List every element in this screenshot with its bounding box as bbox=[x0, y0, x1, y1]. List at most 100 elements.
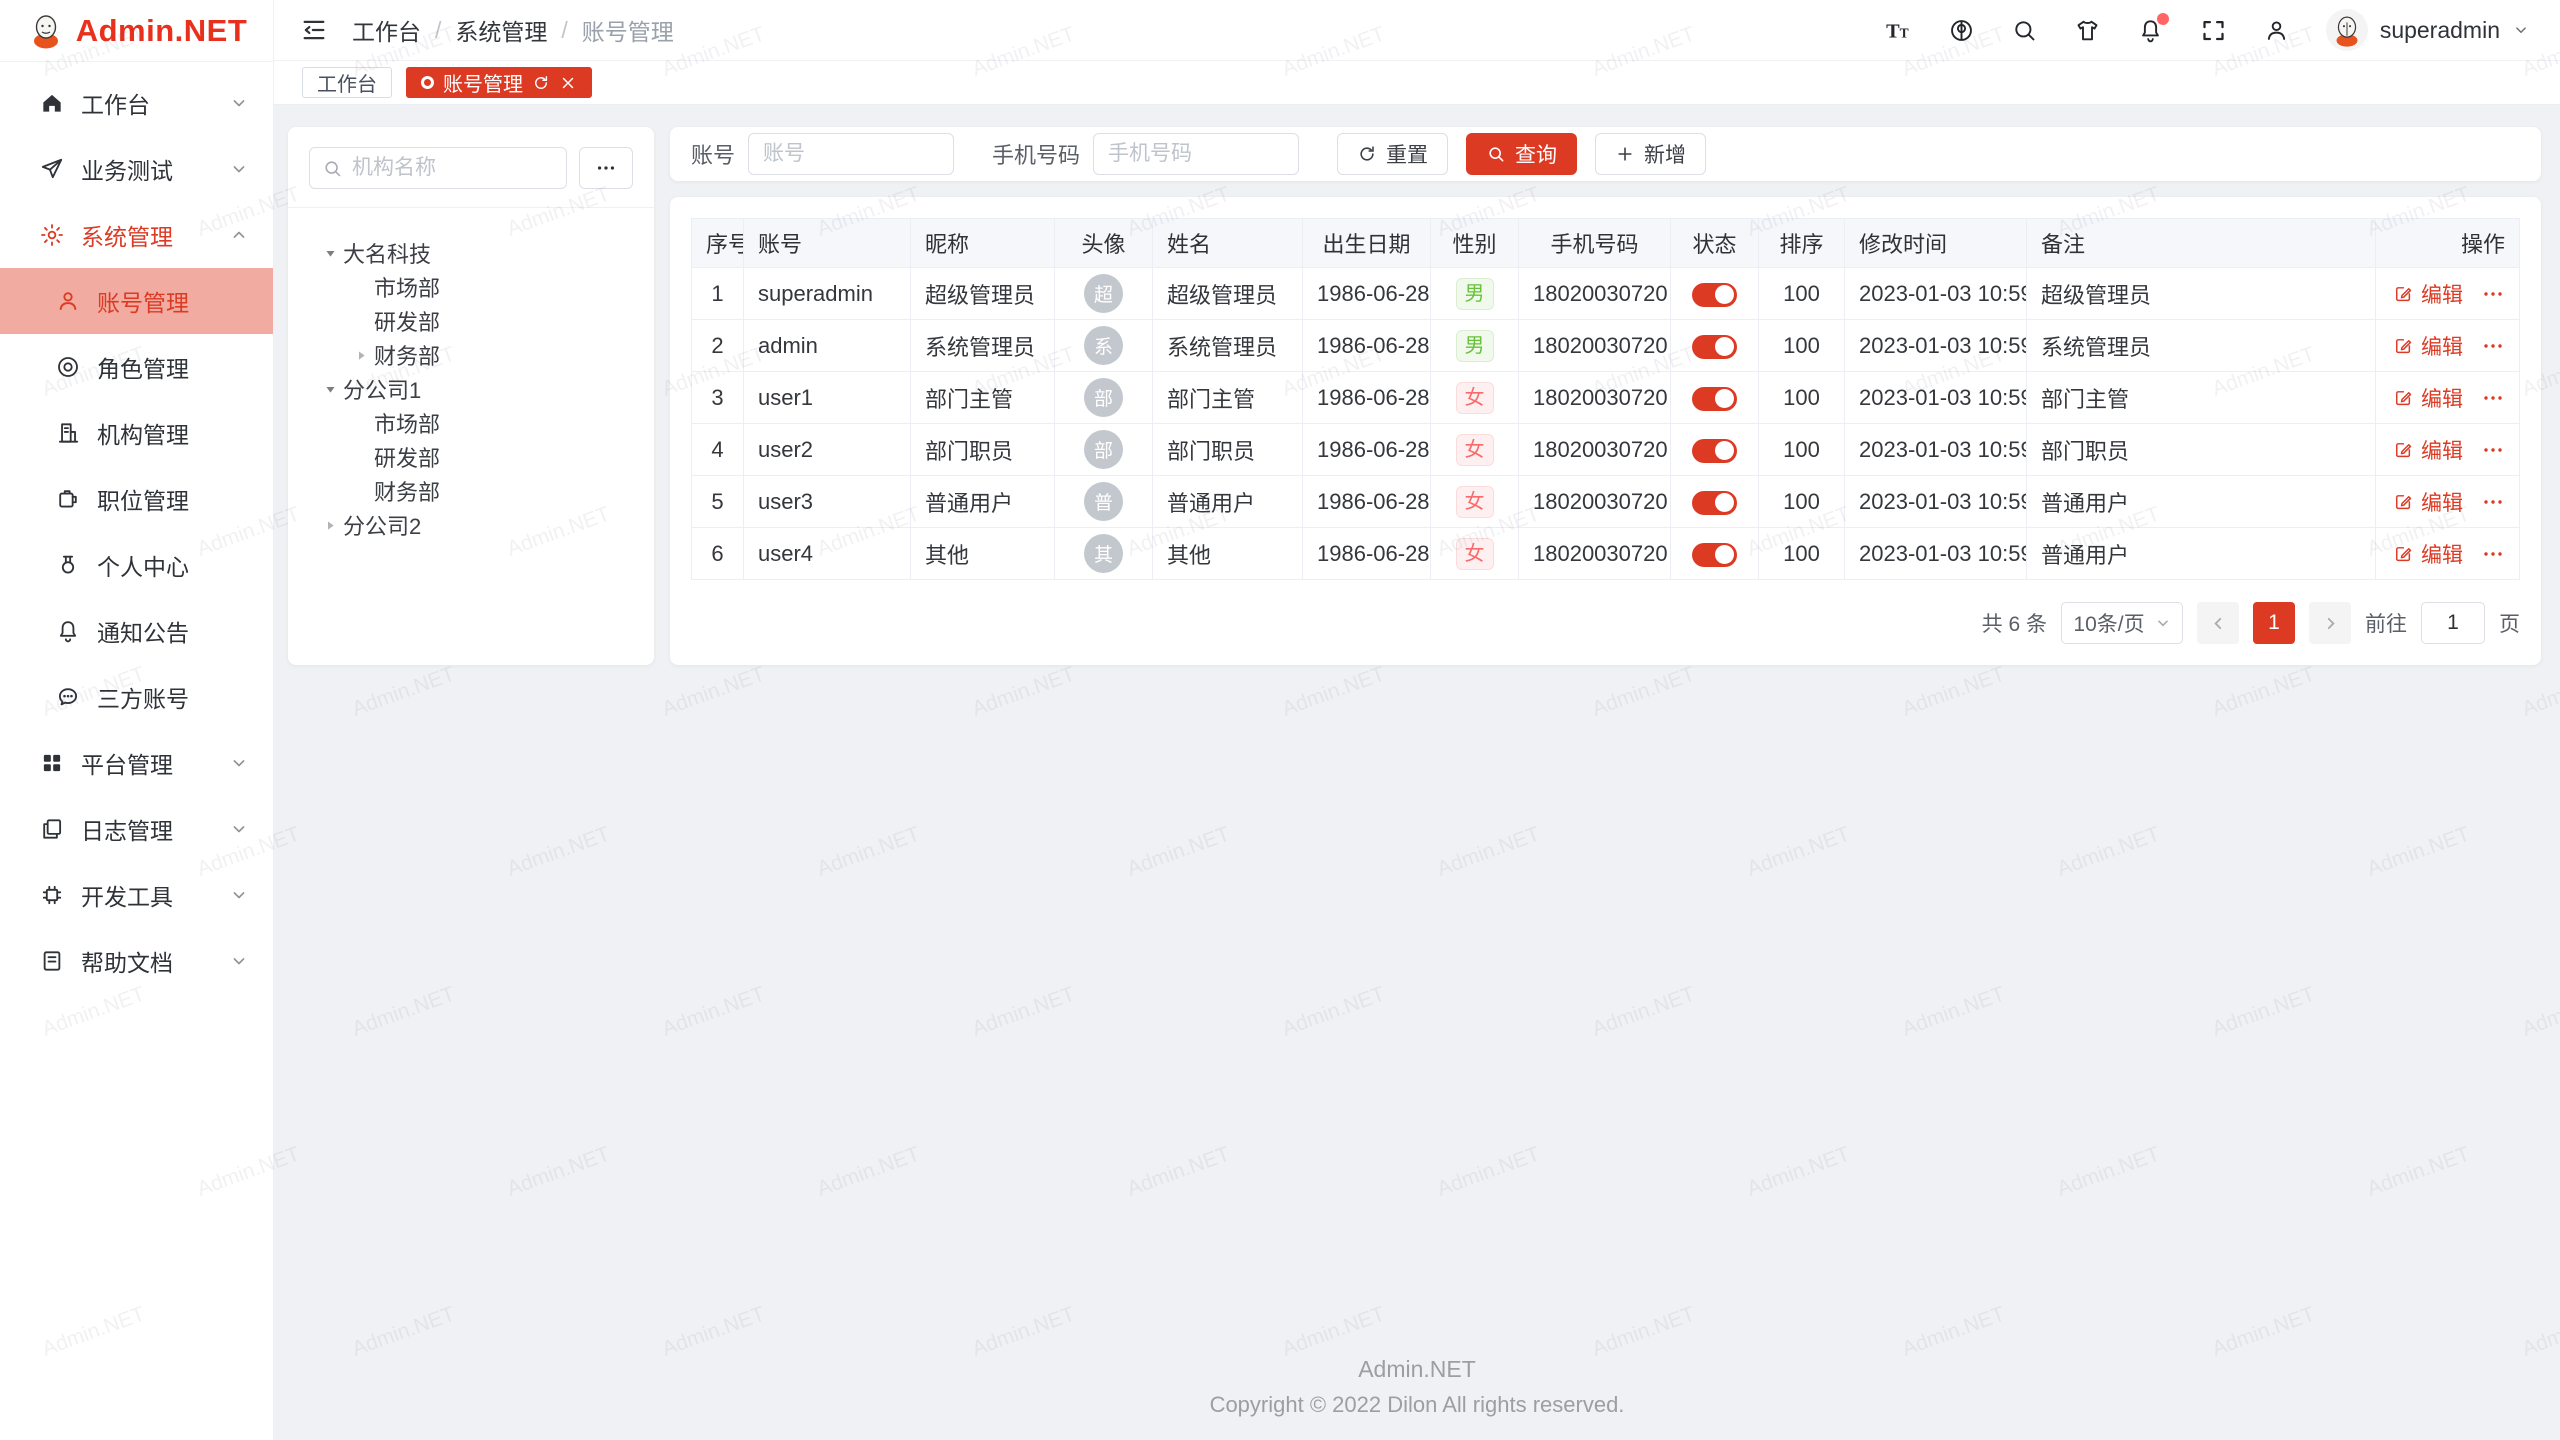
edit-button[interactable]: 编辑 bbox=[2393, 539, 2463, 569]
search-icon[interactable] bbox=[2011, 17, 2038, 44]
font-size-icon[interactable]: TT bbox=[1885, 17, 1912, 44]
next-page-button[interactable] bbox=[2309, 602, 2351, 644]
sidebar-item[interactable]: 机构管理 bbox=[0, 400, 273, 466]
edit-icon bbox=[2393, 283, 2414, 304]
logo[interactable]: Admin.NET bbox=[0, 0, 273, 62]
sidebar-item[interactable]: 日志管理 bbox=[0, 796, 273, 862]
tree-node[interactable]: 研发部 bbox=[298, 304, 644, 338]
tree-node[interactable]: 大名科技 bbox=[298, 236, 644, 270]
cell-operation: 编辑 bbox=[2376, 528, 2520, 580]
tab-bar: 工作台 账号管理 bbox=[274, 61, 2560, 105]
sidebar-item[interactable]: 业务测试 bbox=[0, 136, 273, 202]
status-toggle[interactable] bbox=[1692, 543, 1737, 567]
edit-icon bbox=[2393, 335, 2414, 356]
row-more-button[interactable] bbox=[2481, 542, 2505, 566]
tree-caret-expanded-icon[interactable] bbox=[318, 377, 343, 402]
bell-icon bbox=[55, 618, 81, 644]
gender-badge: 男 bbox=[1456, 278, 1494, 310]
page-size-select[interactable]: 10条/页 bbox=[2061, 602, 2183, 644]
sidebar-item[interactable]: 个人中心 bbox=[0, 532, 273, 598]
sidebar-item[interactable]: 角色管理 bbox=[0, 334, 273, 400]
tree-node[interactable]: 研发部 bbox=[298, 440, 644, 474]
sidebar-item[interactable]: 账号管理 bbox=[0, 268, 273, 334]
tree-node[interactable]: 市场部 bbox=[298, 406, 644, 440]
edit-button[interactable]: 编辑 bbox=[2393, 279, 2463, 309]
query-button[interactable]: 查询 bbox=[1466, 133, 1577, 175]
status-toggle[interactable] bbox=[1692, 283, 1737, 307]
tree-node[interactable]: 市场部 bbox=[298, 270, 644, 304]
row-more-button[interactable] bbox=[2481, 490, 2505, 514]
cell-phone: 18020030720 bbox=[1519, 320, 1671, 372]
tree-caret-collapsed-icon[interactable] bbox=[349, 343, 374, 368]
tree-node[interactable]: 分公司1 bbox=[298, 372, 644, 406]
row-more-button[interactable] bbox=[2481, 282, 2505, 306]
cell-index: 4 bbox=[692, 424, 744, 476]
phone-input[interactable] bbox=[1093, 133, 1299, 175]
theme-icon[interactable] bbox=[2074, 17, 2101, 44]
goto-page-input[interactable] bbox=[2421, 602, 2485, 644]
add-button[interactable]: 新增 bbox=[1595, 133, 1706, 175]
sidebar-item[interactable]: 帮助文档 bbox=[0, 928, 273, 994]
chevron-down-icon bbox=[229, 819, 249, 839]
cell-modified: 2023-01-03 10:59:44 bbox=[1845, 528, 2027, 580]
cell-index: 1 bbox=[692, 268, 744, 320]
fullscreen-icon[interactable] bbox=[2200, 17, 2227, 44]
edit-button[interactable]: 编辑 bbox=[2393, 383, 2463, 413]
tree-caret-expanded-icon[interactable] bbox=[318, 241, 343, 266]
avatar: 系 bbox=[1084, 326, 1123, 365]
avatar: 其 bbox=[1084, 534, 1123, 573]
cell-remark: 部门职员 bbox=[2027, 424, 2376, 476]
footer-copyright: Copyright © 2022 Dilon All rights reserv… bbox=[274, 1392, 2560, 1418]
edit-button[interactable]: 编辑 bbox=[2393, 487, 2463, 517]
prev-page-button[interactable] bbox=[2197, 602, 2239, 644]
chevron-left-icon bbox=[2210, 615, 2227, 632]
cell-sort: 100 bbox=[1759, 424, 1845, 476]
sidebar-item[interactable]: 通知公告 bbox=[0, 598, 273, 664]
tab-close-icon[interactable] bbox=[559, 74, 577, 92]
table-row: 1 superadmin 超级管理员 超 超级管理员 1986-06-28 男 … bbox=[692, 268, 2520, 320]
sidebar-item[interactable]: 开发工具 bbox=[0, 862, 273, 928]
status-toggle[interactable] bbox=[1692, 335, 1737, 359]
tree-node[interactable]: 财务部 bbox=[298, 338, 644, 372]
tree-node[interactable]: 分公司2 bbox=[298, 508, 644, 542]
org-tree-more-button[interactable] bbox=[579, 147, 633, 189]
tree-caret-collapsed-icon[interactable] bbox=[318, 513, 343, 538]
user-menu[interactable]: superadmin bbox=[2326, 9, 2530, 51]
row-more-button[interactable] bbox=[2481, 334, 2505, 358]
person-icon[interactable] bbox=[2263, 17, 2290, 44]
tab-refresh-icon[interactable] bbox=[532, 74, 550, 92]
cell-phone: 18020030720 bbox=[1519, 476, 1671, 528]
row-more-button[interactable] bbox=[2481, 386, 2505, 410]
cell-phone: 18020030720 bbox=[1519, 268, 1671, 320]
cell-status bbox=[1671, 320, 1759, 372]
sidebar-item[interactable]: 三方账号 bbox=[0, 664, 273, 730]
gender-badge: 女 bbox=[1456, 538, 1494, 570]
sidebar-item[interactable]: 平台管理 bbox=[0, 730, 273, 796]
tree-node[interactable]: 财务部 bbox=[298, 474, 644, 508]
cell-birthdate: 1986-06-28 bbox=[1303, 320, 1431, 372]
breadcrumb-item[interactable]: 系统管理 bbox=[455, 13, 547, 47]
menu-fold-icon[interactable] bbox=[300, 15, 330, 45]
tab[interactable]: 工作台 bbox=[302, 67, 392, 98]
row-more-button[interactable] bbox=[2481, 438, 2505, 462]
column-header: 账号 bbox=[744, 219, 911, 268]
status-toggle[interactable] bbox=[1692, 387, 1737, 411]
bell-icon[interactable] bbox=[2137, 17, 2164, 44]
status-toggle[interactable] bbox=[1692, 439, 1737, 463]
gender-badge: 女 bbox=[1456, 434, 1494, 466]
sidebar-item[interactable]: 系统管理 bbox=[0, 202, 273, 268]
breadcrumb-item[interactable]: 工作台 bbox=[352, 13, 421, 47]
column-header: 排序 bbox=[1759, 219, 1845, 268]
language-icon[interactable] bbox=[1948, 17, 1975, 44]
edit-button[interactable]: 编辑 bbox=[2393, 331, 2463, 361]
reset-button[interactable]: 重置 bbox=[1337, 133, 1448, 175]
sidebar-item[interactable]: 工作台 bbox=[0, 70, 273, 136]
svg-text:T: T bbox=[1899, 25, 1908, 40]
tab-active[interactable]: 账号管理 bbox=[406, 67, 592, 98]
org-search-input[interactable] bbox=[352, 156, 554, 180]
status-toggle[interactable] bbox=[1692, 491, 1737, 515]
edit-button[interactable]: 编辑 bbox=[2393, 435, 2463, 465]
page-number-current[interactable]: 1 bbox=[2253, 602, 2295, 644]
sidebar-item[interactable]: 职位管理 bbox=[0, 466, 273, 532]
account-input[interactable] bbox=[748, 133, 954, 175]
